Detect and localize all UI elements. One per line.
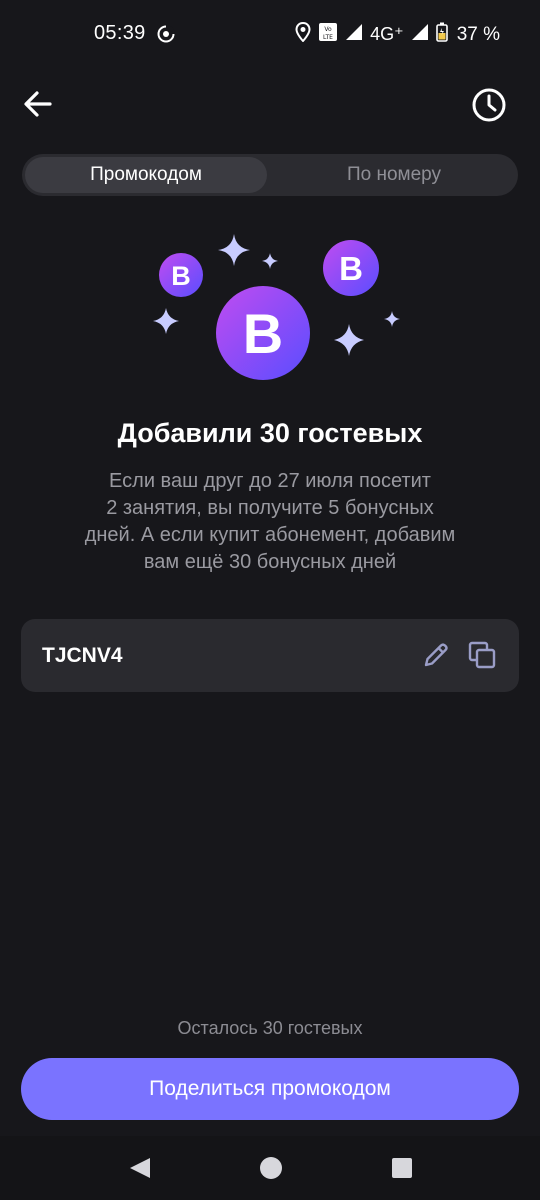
- promo-code-card: TJCNV4: [21, 619, 519, 692]
- nav-back-icon[interactable]: [128, 1156, 152, 1185]
- system-nav-bar: [0, 1136, 540, 1200]
- remaining-guests-text: Осталось 30 гостевых: [177, 1018, 363, 1038]
- history-button[interactable]: [470, 86, 508, 124]
- promo-screen: 05:39 Vo LTE 4G⁺ 37 % Промокодом По номе…: [0, 0, 540, 1200]
- tab-promo-code[interactable]: Промокодом: [25, 157, 267, 193]
- bonus-illustration: B B B: [140, 226, 410, 388]
- back-button[interactable]: [20, 86, 56, 122]
- svg-text:LTE: LTE: [323, 34, 333, 41]
- status-bar: 05:39 Vo LTE 4G⁺ 37 %: [0, 0, 540, 68]
- share-promo-button[interactable]: Поделиться промокодом: [21, 1058, 519, 1120]
- edit-promo-button[interactable]: [421, 640, 451, 670]
- description-line: Если ваш друг до 27 июля посетит: [109, 470, 431, 492]
- description-line: 2 занятия, вы получите 5 бонусных: [106, 497, 434, 519]
- description-line: дней. А если купит абонемент, добавим: [84, 524, 456, 546]
- status-time: 05:39: [94, 22, 146, 44]
- svg-text:B: B: [339, 250, 363, 287]
- nav-home-icon[interactable]: [259, 1156, 283, 1185]
- sync-icon: [156, 24, 176, 49]
- signal-icon: [345, 23, 363, 46]
- badge-large-center: B: [216, 286, 310, 380]
- pencil-icon: [421, 643, 451, 674]
- status-icons: Vo LTE 4G⁺ 37 %: [295, 21, 500, 47]
- clock-icon: [470, 88, 508, 128]
- description: Если ваш друг до 27 июля посетит 2 занят…: [40, 468, 500, 576]
- nav-recents-icon[interactable]: [391, 1157, 413, 1184]
- copy-icon: [467, 641, 497, 674]
- network-type: 4G⁺: [370, 24, 404, 44]
- location-icon: [295, 21, 311, 47]
- copy-promo-button[interactable]: [467, 640, 497, 670]
- battery-icon: [435, 22, 448, 47]
- volte-icon: Vo LTE: [318, 22, 338, 47]
- svg-text:Vo: Vo: [325, 26, 333, 33]
- svg-text:B: B: [243, 302, 283, 365]
- description-line: вам ещё 30 бонусных дней: [143, 551, 397, 573]
- mode-tabs: Промокодом По номеру: [22, 154, 518, 196]
- signal-icon-2: [411, 23, 429, 46]
- svg-text:B: B: [171, 261, 191, 291]
- battery-percent: 37 %: [456, 23, 500, 45]
- promo-code-value: TJCNV4: [42, 644, 123, 667]
- page-title: Добавили 30 гостевых: [117, 418, 423, 448]
- arrow-left-icon: [20, 91, 56, 126]
- tab-by-number[interactable]: По номеру: [273, 157, 515, 193]
- badge-small-left: B: [159, 253, 203, 297]
- badge-medium-right: B: [323, 240, 379, 296]
